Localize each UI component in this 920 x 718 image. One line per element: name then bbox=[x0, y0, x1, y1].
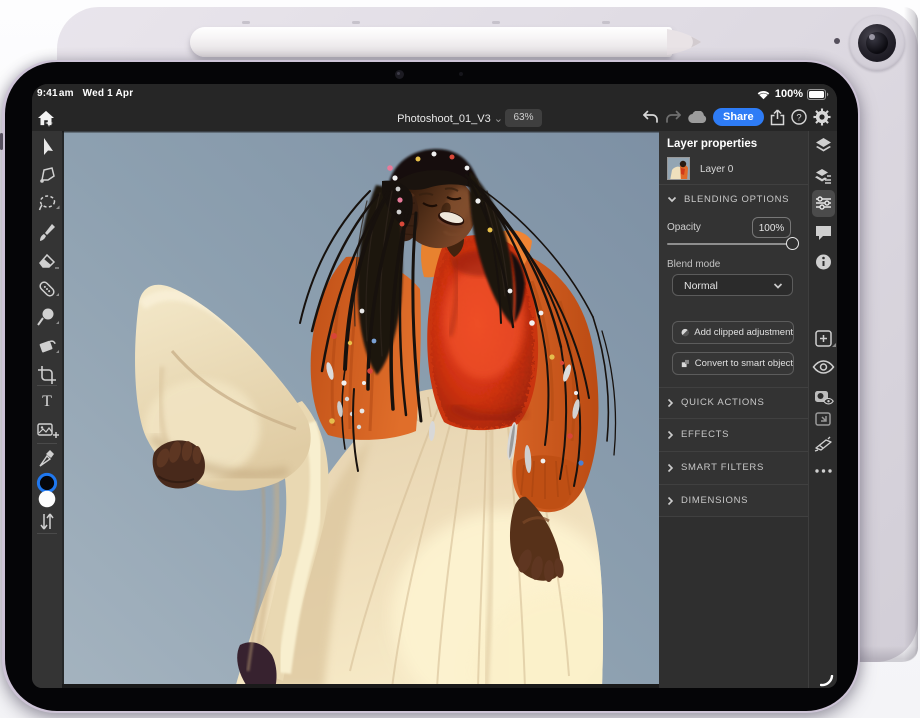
svg-text:?: ? bbox=[796, 113, 801, 124]
